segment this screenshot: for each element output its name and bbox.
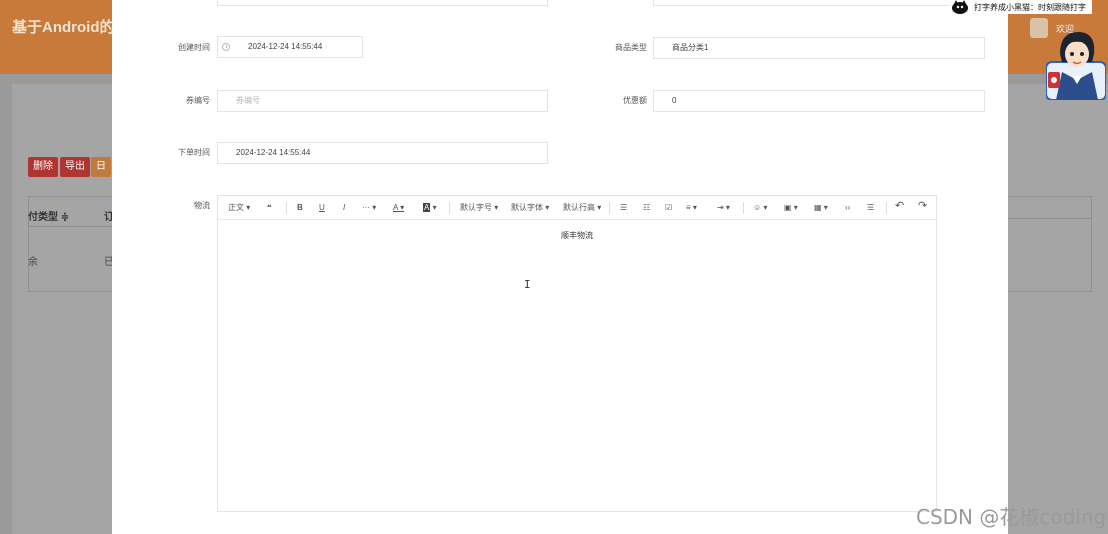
paragraph-dropdown[interactable]: 正文 ▾ xyxy=(228,202,250,214)
discount-label: 优惠额 xyxy=(623,96,647,105)
redo-icon[interactable]: ↷ xyxy=(918,200,927,212)
toolbar-divider xyxy=(609,202,610,214)
top-field-left[interactable] xyxy=(217,0,548,6)
todo-icon[interactable]: ☑ xyxy=(665,202,672,214)
indent-icon[interactable]: ⇥ ▾ xyxy=(717,202,730,214)
toolbar-divider xyxy=(286,202,287,214)
other-button[interactable]: 日 xyxy=(91,157,111,177)
created-time-value: 2024-12-24 14:55:44 xyxy=(248,42,323,51)
typing-notice-text: 打字养成小黑猫：时刻跟随打字 xyxy=(974,2,1086,12)
product-type-label: 商品类型 xyxy=(615,43,647,52)
more-style-icon[interactable]: ··· ▾ xyxy=(362,202,376,214)
table-icon[interactable]: ▦ ▾ xyxy=(814,202,828,214)
table-cell: 余 xyxy=(28,257,38,268)
created-time-input[interactable]: 2024-12-24 14:55:44 xyxy=(217,36,363,58)
line-height-dropdown[interactable]: 默认行高 ▾ xyxy=(563,202,601,214)
editor-content[interactable]: 顺丰物流 xyxy=(218,230,936,241)
bold-icon[interactable]: B xyxy=(297,202,303,214)
align-icon[interactable]: ≡ ▾ xyxy=(686,202,697,214)
numbered-list-icon[interactable]: ☷ xyxy=(643,202,650,214)
background-color-icon[interactable]: A ▾ xyxy=(423,202,437,214)
delete-button[interactable]: 删除 xyxy=(28,157,58,177)
emoji-icon[interactable]: ☺ ▾ xyxy=(753,202,767,214)
app-title: 基于Android的 xyxy=(12,19,115,36)
italic-icon[interactable]: I xyxy=(343,202,345,214)
toolbar-divider xyxy=(743,202,744,214)
image-icon[interactable]: ▣ ▾ xyxy=(784,202,798,214)
watermark: CSDN @花椒coding xyxy=(916,505,1107,529)
divider-icon[interactable]: ☰ xyxy=(867,202,874,214)
mascot-icon xyxy=(1046,32,1106,100)
table-header-divider xyxy=(28,226,112,227)
created-time-label: 创建时间 xyxy=(178,43,210,52)
toolbar-divider xyxy=(449,202,450,214)
logistics-label: 物流 xyxy=(194,201,210,210)
font-color-icon[interactable]: A ▾ xyxy=(393,202,404,214)
editor-toolbar: 正文 ▾ ❝ B U I ··· ▾ A ▾ A ▾ 默认字号 ▾ 默认字体 ▾… xyxy=(218,196,936,220)
export-button[interactable]: 导出 xyxy=(60,157,90,177)
product-type-input[interactable]: 商品分类1 xyxy=(653,37,985,59)
black-cat-icon xyxy=(952,0,968,14)
order-time-input[interactable]: 2024-12-24 14:55:44 xyxy=(217,142,548,164)
coupon-no-label: 券编号 xyxy=(186,96,210,105)
table-header-divider xyxy=(1008,218,1092,219)
clock-icon xyxy=(222,43,230,51)
font-size-dropdown[interactable]: 默认字号 ▾ xyxy=(460,202,498,214)
toolbar-divider xyxy=(886,202,887,214)
rich-text-editor[interactable]: 正文 ▾ ❝ B U I ··· ▾ A ▾ A ▾ 默认字号 ▾ 默认字体 ▾… xyxy=(217,195,937,512)
table-right-edge xyxy=(1008,196,1092,292)
bullet-list-icon[interactable]: ☰ xyxy=(620,202,627,214)
top-field-right[interactable] xyxy=(653,0,984,6)
edit-dialog: 创建时间 2024-12-24 14:55:44 商品类型 商品分类1 券编号 … xyxy=(112,0,1008,534)
order-time-label: 下单时间 xyxy=(178,148,210,157)
discount-input[interactable]: 0 xyxy=(653,90,985,112)
underline-icon[interactable]: U xyxy=(319,202,325,214)
code-icon[interactable]: ‹› xyxy=(845,202,850,214)
quote-icon[interactable]: ❝ xyxy=(267,202,272,214)
undo-icon[interactable]: ↶ xyxy=(895,200,904,212)
typing-notice: 打字养成小黑猫：时刻跟随打字 xyxy=(950,0,1092,14)
font-family-dropdown[interactable]: 默认字体 ▾ xyxy=(511,202,549,214)
column-header-payment-type[interactable]: 付类型 ≑ xyxy=(28,208,69,223)
text-cursor-icon: I xyxy=(524,278,531,291)
coupon-no-input[interactable]: 券编号 xyxy=(217,90,548,112)
